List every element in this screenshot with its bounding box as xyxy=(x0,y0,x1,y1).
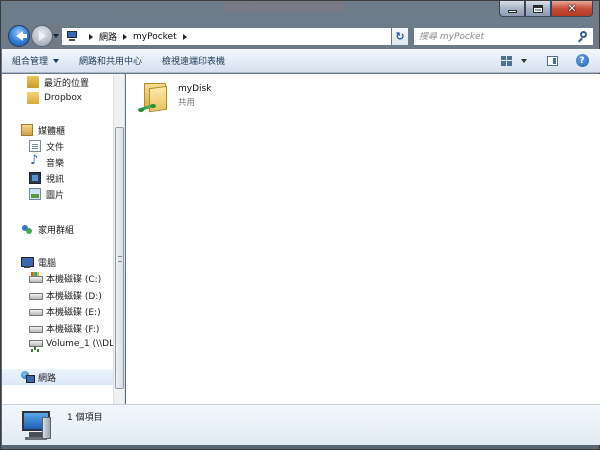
homegroup-icon xyxy=(21,223,33,235)
sidebar-item-libraries[interactable]: 媒體櫃 xyxy=(21,122,124,138)
sidebar-item-drive-c[interactable]: 本機磁碟 (C:) xyxy=(29,270,124,286)
pictures-icon xyxy=(29,188,41,200)
file-list[interactable]: myDisk 共用 xyxy=(126,74,600,404)
details-pane: 1 個項目 xyxy=(2,404,600,445)
sidebar-item-drive-e[interactable]: 本機磁碟 (E:) xyxy=(29,303,124,319)
command-bar: 組合管理 網路和共用中心 檢視遠端印表機 ? xyxy=(2,49,600,73)
refresh-icon: ↻ xyxy=(395,30,405,43)
sidebar-item-label: 圖片 xyxy=(46,190,65,201)
navigation-scrollbar[interactable] xyxy=(113,74,124,404)
list-item[interactable]: myDisk 共用 xyxy=(136,80,276,120)
minimize-icon xyxy=(507,9,517,13)
sidebar-item-label: 電腦 xyxy=(38,258,57,269)
sidebar-item-label: 最近的位置 xyxy=(44,78,90,89)
network-sharing-center-button[interactable]: 網路和共用中心 xyxy=(69,49,152,72)
sidebar-item-pictures[interactable]: 圖片 xyxy=(29,186,124,202)
breadcrumb-chevron-icon[interactable] xyxy=(123,33,128,40)
breadcrumb-chevron-icon[interactable] xyxy=(89,33,93,40)
computer-icon xyxy=(20,411,54,441)
sidebar-item-drive-d[interactable]: 本機磁碟 (D:) xyxy=(29,287,124,303)
sidebar-item-label: 媒體櫃 xyxy=(38,126,66,137)
recent-pages-dropdown[interactable] xyxy=(53,34,59,38)
sidebar-item-computer[interactable]: 電腦 xyxy=(21,254,124,270)
search-icon[interactable] xyxy=(576,30,590,44)
maximize-button[interactable] xyxy=(525,1,551,17)
sidebar-item-documents[interactable]: 文件 xyxy=(29,138,124,154)
maximize-icon xyxy=(533,4,543,13)
sidebar-item-music[interactable]: 音樂 xyxy=(29,154,124,170)
documents-icon xyxy=(29,140,41,152)
help-icon: ? xyxy=(575,54,589,67)
computer-icon xyxy=(21,256,34,268)
back-button[interactable] xyxy=(8,25,30,47)
network-drive-icon xyxy=(29,338,43,350)
sidebar-item-label: 音樂 xyxy=(46,158,65,169)
sidebar-item-label: 本機磁碟 (F:) xyxy=(46,324,100,335)
scrollbar-thumb[interactable] xyxy=(115,127,124,389)
preview-pane-button[interactable] xyxy=(540,49,564,72)
music-icon xyxy=(29,154,41,168)
navigation-bar: 網路 myPocket ↻ xyxy=(1,23,599,49)
item-type: 共用 xyxy=(178,98,196,108)
drive-c-icon xyxy=(29,272,43,284)
item-count: 1 個項目 xyxy=(67,413,103,423)
sidebar-item-volume-1[interactable]: Volume_1 (\\DL xyxy=(29,336,113,352)
videos-icon xyxy=(29,172,41,184)
minimize-button[interactable] xyxy=(499,1,525,17)
drive-icon xyxy=(29,305,43,317)
sidebar-item-label: 網路 xyxy=(38,373,57,384)
navigation-pane: 最近的位置 Dropbox 媒體櫃 文件 音樂 視訊 圖片 家用群組 xyxy=(2,74,125,404)
sidebar-item-homegroup[interactable]: 家用群組 xyxy=(21,221,124,237)
forward-arrow-icon xyxy=(38,31,46,41)
drive-icon xyxy=(29,289,43,301)
sidebar-item-videos[interactable]: 視訊 xyxy=(29,170,124,186)
drive-icon xyxy=(29,322,43,334)
organize-menu-button[interactable]: 組合管理 xyxy=(2,49,69,72)
network-location-icon xyxy=(65,31,79,42)
breadcrumb-mypocket[interactable]: myPocket xyxy=(133,32,177,42)
search-box[interactable] xyxy=(413,27,594,46)
breadcrumb-chevron-icon[interactable] xyxy=(182,33,187,40)
sidebar-item-label: Dropbox xyxy=(44,93,82,103)
preview-pane-icon xyxy=(546,55,558,66)
view-options-dropdown[interactable] xyxy=(518,49,530,72)
view-remote-printers-button[interactable]: 檢視遠端印表機 xyxy=(152,49,235,72)
organize-label: 組合管理 xyxy=(12,57,49,67)
breadcrumb-network[interactable]: 網路 xyxy=(99,30,117,43)
close-icon: ✕ xyxy=(567,2,577,15)
chevron-down-icon xyxy=(53,58,60,63)
sidebar-item-label: 本機磁碟 (C:) xyxy=(46,274,102,285)
refresh-button[interactable]: ↻ xyxy=(391,27,409,46)
recent-places-icon xyxy=(27,76,39,88)
sidebar-item-label: Volume_1 (\\DL xyxy=(46,339,113,349)
search-input[interactable] xyxy=(419,31,576,42)
sidebar-item-label: 家用群組 xyxy=(38,225,75,236)
item-name: myDisk xyxy=(178,84,212,94)
explorer-window: ✕ 網路 myPocket ↻ 組合管理 網路和共用中心 xyxy=(0,0,600,450)
network-sharing-center-label: 網路和共用中心 xyxy=(79,57,143,67)
view-remote-printers-label: 檢視遠端印表機 xyxy=(162,57,226,67)
help-button[interactable]: ? xyxy=(570,49,594,72)
change-view-button[interactable] xyxy=(494,49,518,72)
sidebar-item-label: 本機磁碟 (D:) xyxy=(46,291,102,302)
shared-folder-icon xyxy=(136,80,174,116)
network-icon xyxy=(21,371,35,383)
back-arrow-icon xyxy=(15,31,27,41)
close-button[interactable]: ✕ xyxy=(551,1,593,17)
sidebar-item-recent-places[interactable]: 最近的位置 xyxy=(27,74,124,90)
sidebar-item-label: 文件 xyxy=(46,142,65,153)
sidebar-item-drive-f[interactable]: 本機磁碟 (F:) xyxy=(29,320,124,336)
chevron-down-icon xyxy=(521,58,527,63)
sidebar-item-label: 視訊 xyxy=(46,174,65,185)
libraries-icon xyxy=(21,124,33,136)
sidebar-item-network[interactable]: 網路 xyxy=(2,369,113,385)
views-icon xyxy=(500,55,512,66)
address-bar[interactable]: 網路 myPocket xyxy=(61,27,409,46)
forward-button[interactable] xyxy=(31,25,53,47)
sidebar-item-dropbox[interactable]: Dropbox xyxy=(27,90,124,106)
sidebar-item-label: 本機磁碟 (E:) xyxy=(46,307,101,318)
dropbox-icon xyxy=(27,92,39,104)
caption-buttons: ✕ xyxy=(499,1,593,17)
